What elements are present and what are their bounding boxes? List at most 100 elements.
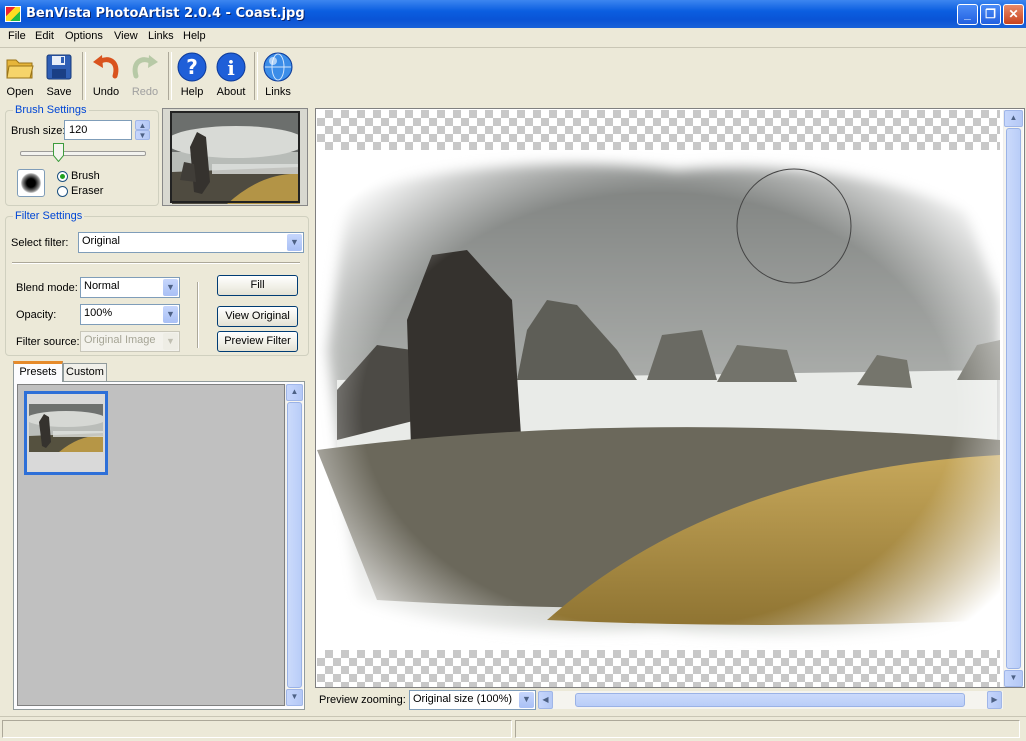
scroll-left-icon[interactable]: ◀: [538, 691, 553, 709]
chevron-down-icon[interactable]: ▼: [287, 234, 302, 251]
scroll-down-icon[interactable]: ▼: [1004, 670, 1023, 687]
soft-brush-icon: [21, 173, 41, 193]
menu-edit[interactable]: Edit: [35, 30, 54, 42]
select-filter-value: Original: [82, 235, 120, 247]
tab-presets[interactable]: Presets: [13, 361, 63, 382]
redo-button[interactable]: Redo: [125, 50, 165, 102]
spin-down-icon[interactable]: ▼: [135, 130, 150, 140]
brush-size-input[interactable]: [64, 120, 132, 140]
spin-up-icon[interactable]: ▲: [135, 120, 150, 130]
close-icon: ✕: [1008, 7, 1019, 21]
undo-label: Undo: [92, 86, 120, 98]
info-icon: i: [216, 52, 246, 82]
redo-arrow-icon: [132, 55, 158, 79]
scroll-down-icon[interactable]: ▼: [286, 689, 303, 706]
filter-source-dropdown: Original Image ▼: [80, 331, 180, 352]
status-bar: [0, 716, 1026, 741]
opacity-dropdown[interactable]: 100% ▼: [80, 304, 180, 325]
help-label: Help: [180, 86, 204, 98]
tab-custom[interactable]: Custom: [63, 363, 107, 381]
view-original-button[interactable]: View Original: [217, 306, 298, 327]
divider-vertical: [197, 282, 199, 348]
blend-mode-label: Blend mode:: [16, 282, 78, 294]
globe-icon: [263, 52, 293, 82]
brush-size-label: Brush size:: [11, 125, 66, 137]
redo-label: Redo: [131, 86, 159, 98]
brush-radio[interactable]: [57, 171, 68, 182]
folder-open-icon: [6, 59, 34, 79]
preset-item[interactable]: [24, 391, 108, 475]
chevron-down-icon[interactable]: ▼: [163, 279, 178, 296]
filter-settings-title: Filter Settings: [13, 210, 85, 222]
menu-view[interactable]: View: [114, 30, 138, 42]
blend-mode-dropdown[interactable]: Normal ▼: [80, 277, 180, 298]
restore-icon: ❐: [985, 7, 996, 21]
save-label: Save: [46, 86, 72, 98]
menu-file[interactable]: File: [8, 30, 26, 42]
about-button[interactable]: i About: [211, 50, 251, 102]
canvas-vertical-thumb[interactable]: [1006, 128, 1021, 669]
maximize-button[interactable]: ❐: [980, 4, 1001, 25]
filter-source-label: Filter source:: [16, 336, 80, 348]
open-button[interactable]: Open: [0, 50, 40, 102]
menu-help[interactable]: Help: [183, 30, 206, 42]
presets-scroll-thumb[interactable]: [287, 402, 302, 688]
select-filter-label: Select filter:: [11, 237, 69, 249]
links-label: Links: [265, 86, 291, 98]
status-panel-right: [515, 720, 1020, 738]
fill-button[interactable]: Fill: [217, 275, 298, 296]
transparency-checker-bottom: [317, 650, 1000, 687]
canvas-image[interactable]: [317, 150, 1000, 650]
links-button[interactable]: Links: [258, 50, 298, 102]
scroll-right-icon[interactable]: ▶: [987, 691, 1002, 709]
select-filter-dropdown[interactable]: Original ▼: [78, 232, 304, 253]
chevron-down-icon: ▼: [163, 333, 178, 350]
brush-size-slider-track[interactable]: [20, 151, 146, 156]
eraser-radio-label[interactable]: Eraser: [71, 185, 103, 197]
minimize-icon: _: [964, 7, 971, 21]
toolbar: Open Save Undo Redo ? Help i About Links: [0, 48, 1026, 104]
navigator-thumbnail[interactable]: [162, 108, 308, 206]
chevron-down-icon[interactable]: ▼: [519, 692, 534, 708]
question-mark-icon: ?: [177, 52, 207, 82]
filter-source-value: Original Image: [84, 334, 156, 346]
about-label: About: [216, 86, 246, 98]
chevron-down-icon[interactable]: ▼: [163, 306, 178, 323]
preset-thumbnail: [29, 404, 103, 452]
preview-filter-button[interactable]: Preview Filter: [217, 331, 298, 352]
svg-text:?: ?: [186, 55, 198, 79]
presets-list[interactable]: [17, 384, 285, 706]
scroll-up-icon[interactable]: ▲: [1004, 110, 1023, 127]
app-icon[interactable]: [5, 6, 21, 22]
undo-button[interactable]: Undo: [86, 50, 126, 102]
preview-zooming-label: Preview zooming:: [319, 694, 406, 706]
brush-preview[interactable]: [17, 169, 45, 197]
svg-text:i: i: [227, 56, 235, 80]
canvas-vertical-scrollbar[interactable]: ▲ ▼: [1003, 110, 1023, 687]
close-button[interactable]: ✕: [1003, 4, 1024, 25]
scroll-up-icon[interactable]: ▲: [286, 384, 303, 401]
canvas-horizontal-scrollbar[interactable]: ◀ ▶: [538, 691, 1003, 709]
canvas-horizontal-thumb[interactable]: [575, 693, 965, 707]
presets-scrollbar[interactable]: ▲ ▼: [285, 384, 303, 706]
opacity-value: 100%: [84, 307, 113, 319]
title-bar: BenVista PhotoArtist 2.0.4 - Coast.jpg _…: [0, 0, 1026, 28]
help-button[interactable]: ? Help: [172, 50, 212, 102]
menu-links[interactable]: Links: [148, 30, 174, 42]
status-panel-left: [2, 720, 512, 738]
open-label: Open: [6, 86, 34, 98]
blend-mode-value: Normal: [84, 280, 120, 292]
transparency-checker-top: [317, 110, 1000, 150]
brush-size-slider-thumb[interactable]: [53, 143, 64, 163]
menu-options[interactable]: Options: [65, 30, 103, 42]
preview-zoom-dropdown[interactable]: Original size (100%) ▼: [409, 690, 536, 710]
divider: [12, 262, 300, 264]
save-button[interactable]: Save: [39, 50, 79, 102]
eraser-radio[interactable]: [57, 186, 68, 197]
opacity-label: Opacity:: [16, 309, 57, 321]
brush-size-spinner[interactable]: ▲ ▼: [135, 120, 150, 140]
minimize-button[interactable]: _: [957, 4, 978, 25]
undo-arrow-icon: [93, 55, 119, 79]
brush-radio-label[interactable]: Brush: [71, 170, 100, 182]
navigator-viewport-frame[interactable]: [170, 111, 300, 203]
